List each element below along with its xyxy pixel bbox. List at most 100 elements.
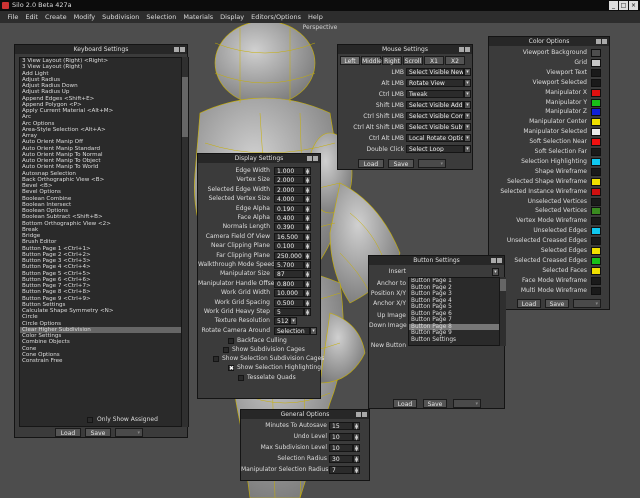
spinner-icon[interactable]: ▲ ▼ — [304, 185, 311, 194]
general-field-input[interactable]: 7 — [329, 466, 353, 474]
general-field-input[interactable]: 30 — [329, 455, 353, 463]
spinner-icon[interactable]: ▲ ▼ — [304, 308, 311, 316]
general-field-input[interactable]: 15 — [329, 422, 353, 430]
general-field-input[interactable]: 10 — [329, 433, 353, 441]
color-swatch[interactable] — [591, 138, 601, 147]
mouse-binding-select[interactable]: Select Visible Subtract — [406, 123, 464, 131]
mouse-tab[interactable]: Scroll — [403, 56, 423, 65]
dropdown-arrow-icon[interactable]: ▾ — [464, 90, 471, 98]
menu-item[interactable]: Display — [217, 11, 248, 23]
dropdown-arrow-icon[interactable]: ▾ — [464, 145, 471, 153]
panel-close-icon[interactable] — [465, 47, 470, 52]
display-field-input[interactable]: 10.000 — [274, 289, 304, 298]
dropdown-arrow-icon[interactable]: ▾ — [464, 68, 471, 76]
color-swatch[interactable] — [591, 237, 601, 246]
spinner-icon[interactable]: ▲ ▼ — [353, 455, 360, 463]
color-swatch[interactable] — [591, 49, 601, 57]
presets-dropdown[interactable]: ▾ — [453, 399, 481, 408]
spinner-icon[interactable]: ▲ ▼ — [304, 204, 311, 213]
color-swatch[interactable] — [591, 276, 601, 285]
save-button[interactable]: Save — [545, 299, 569, 308]
mouse-binding-select[interactable]: Rotate View — [406, 79, 464, 87]
spinner-icon[interactable]: ▲ ▼ — [304, 242, 311, 251]
display-field-input[interactable]: 2.000 — [274, 185, 304, 194]
keyboard-list-scrollbar[interactable] — [181, 57, 188, 427]
color-swatch[interactable] — [591, 227, 601, 236]
load-button[interactable]: Load — [517, 299, 541, 308]
menu-item[interactable]: Selection — [143, 11, 180, 23]
menu-item[interactable]: Help — [305, 11, 327, 23]
color-swatch[interactable] — [591, 78, 601, 87]
display-field-input[interactable]: 0.800 — [274, 279, 304, 288]
menu-item[interactable]: Subdivision — [99, 11, 143, 23]
color-swatch[interactable] — [591, 148, 601, 156]
color-swatch[interactable] — [591, 108, 601, 117]
menu-item[interactable]: Edit — [22, 11, 42, 23]
color-swatch[interactable] — [591, 187, 601, 196]
color-swatch[interactable] — [591, 247, 601, 255]
spinner-icon[interactable]: ▲ ▼ — [304, 251, 311, 260]
color-swatch[interactable] — [591, 98, 601, 107]
mouse-binding-select[interactable]: Select Visible Complement — [406, 112, 464, 120]
spinner-icon[interactable]: ▲ ▼ — [304, 289, 311, 298]
spinner-icon[interactable]: ▲ ▼ — [304, 195, 311, 204]
show-assigned-checkbox[interactable] — [87, 417, 93, 423]
save-button[interactable]: Save — [85, 428, 111, 437]
display-checkbox[interactable]: ✖ — [228, 365, 234, 372]
color-swatch[interactable] — [591, 286, 601, 295]
maximize-button[interactable]: □ — [619, 1, 628, 10]
save-button[interactable]: Save — [388, 159, 414, 168]
display-field-input[interactable]: 4.000 — [274, 195, 304, 204]
load-button[interactable]: Load — [55, 428, 81, 437]
panel-close-icon[interactable] — [180, 47, 185, 52]
display-field-input[interactable]: 0.400 — [274, 214, 304, 222]
panel-pin-icon[interactable] — [307, 156, 312, 161]
panel-close-icon[interactable] — [602, 39, 607, 44]
spinner-icon[interactable]: ▲ ▼ — [304, 261, 311, 269]
dropdown-arrow-icon[interactable]: ▾ — [464, 112, 471, 120]
mouse-binding-select[interactable]: Tweak — [406, 90, 464, 98]
spinner-icon[interactable]: ▲ ▼ — [353, 466, 360, 474]
color-swatch[interactable] — [591, 128, 601, 137]
color-swatch[interactable] — [591, 88, 601, 97]
presets-dropdown[interactable]: ▾ — [115, 428, 143, 437]
color-swatch[interactable] — [591, 68, 601, 77]
spinner-icon[interactable]: ▲ ▼ — [304, 232, 311, 241]
dropdown-arrow-icon[interactable]: ▾ — [290, 317, 297, 326]
close-button[interactable]: × — [629, 1, 638, 10]
spinner-icon[interactable]: ▲ ▼ — [353, 444, 360, 452]
perspective-viewport[interactable]: Perspective Keyboard Settings 3 View Lay… — [0, 23, 640, 498]
dropdown-arrow-icon[interactable]: ▾ — [464, 79, 471, 87]
general-field-input[interactable]: 10 — [329, 444, 353, 452]
rotate-camera-select[interactable]: Selection — [274, 326, 310, 335]
color-swatch[interactable] — [591, 256, 601, 265]
mouse-tab[interactable]: Middle — [361, 56, 382, 65]
display-checkbox[interactable] — [238, 374, 244, 381]
mouse-binding-select[interactable]: Select Visible New — [406, 68, 464, 76]
color-swatch[interactable] — [591, 58, 601, 67]
spinner-icon[interactable]: ▲ ▼ — [304, 298, 311, 307]
insert-dropdown-arrow[interactable]: ▾ — [492, 268, 499, 276]
spinner-icon[interactable]: ▲ ▼ — [304, 270, 311, 279]
texture-resolution-select[interactable]: 512 — [274, 317, 290, 326]
menu-item[interactable]: File — [4, 11, 22, 23]
display-checkbox[interactable] — [228, 337, 234, 344]
spinner-icon[interactable]: ▲ ▼ — [353, 422, 360, 430]
menu-item[interactable]: Materials — [180, 11, 217, 23]
mouse-tab[interactable]: Right — [382, 56, 402, 65]
color-swatch[interactable] — [591, 157, 601, 166]
color-swatch[interactable] — [591, 197, 601, 206]
minimize-button[interactable]: _ — [609, 1, 618, 10]
scrollbar-thumb[interactable] — [500, 279, 506, 291]
panel-close-icon[interactable] — [497, 258, 502, 263]
color-swatch[interactable] — [591, 207, 601, 216]
mouse-tab[interactable]: Left — [340, 56, 360, 65]
dropdown-arrow-icon[interactable]: ▾ — [464, 101, 471, 109]
panel-pin-icon[interactable] — [459, 47, 464, 52]
display-field-input[interactable]: 5 — [274, 308, 304, 316]
display-field-input[interactable]: 0.190 — [274, 204, 304, 213]
button-list-scrollbar[interactable] — [499, 277, 506, 346]
dropdown-arrow-icon[interactable]: ▾ — [464, 134, 471, 142]
panel-pin-icon[interactable] — [596, 39, 601, 44]
dropdown-arrow-icon[interactable]: ▾ — [310, 326, 317, 335]
